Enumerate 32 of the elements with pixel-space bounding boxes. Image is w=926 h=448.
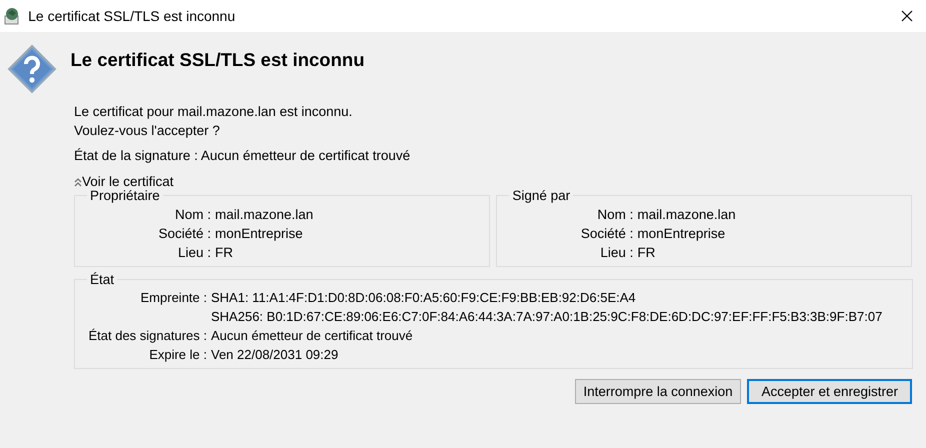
field-value: SHA1: 11:A1:4F:D1:D0:8D:06:08:F0:A5:60:F9:CE:F9:BB:EB:92:D6:5E:A4 — [211, 289, 637, 308]
field-value: SHA256: B0:1D:67:CE:89:06:E6:C7:0F:84:A6:44:3A:7A:97:A0:1B:25:9C:F8:DE:6D:DC:97:EF:FF:F5:B3:3B:9F:B7:07 — [211, 308, 884, 326]
app-icon — [3, 7, 22, 25]
field-value: mail.mazone.lan — [637, 206, 737, 224]
field-value: monEntreprise — [637, 224, 726, 243]
field-label: Empreinte : — [140, 289, 207, 308]
window-title: Le certificat SSL/TLS est inconnu — [28, 6, 236, 26]
field-value: Ven 22/08/2031 09:29 — [211, 346, 340, 364]
close-icon[interactable] — [900, 10, 912, 22]
group-title: État — [90, 272, 114, 287]
message-text: Le certificat pour mail.mazone.lan est inconnu. Voulez-vous l'accepter ? — [74, 103, 354, 140]
field-label: Lieu : — [176, 244, 211, 262]
field-value: mail.mazone.lan — [215, 206, 314, 224]
double-chevron-icon — [74, 178, 82, 187]
field-value: FR — [637, 244, 656, 262]
field-label: Lieu : — [599, 244, 634, 262]
dialog-button[interactable]: Interrompre la connexion — [575, 379, 741, 404]
field-value: Aucun émetteur de certificat trouvé — [211, 327, 414, 346]
field-label: Nom : — [174, 206, 211, 224]
group-title: Signé par — [512, 188, 570, 204]
dialog-button[interactable]: Accepter et enregistrer — [747, 379, 912, 404]
field-label: Expire le : — [148, 346, 207, 364]
field-label: Société : — [580, 224, 634, 243]
field-label: Nom : — [596, 206, 634, 224]
field-label: État des signatures : — [87, 327, 207, 346]
question-icon — [7, 44, 57, 94]
field-value: monEntreprise — [215, 224, 304, 243]
dialog-heading: Le certificat SSL/TLS est inconnu — [70, 48, 364, 72]
group-title: Propriétaire — [90, 188, 160, 204]
field-value: FR — [215, 244, 234, 262]
signature-status-text: État de la signature : Aucun émetteur de certificat trouvé — [74, 147, 412, 165]
field-label: Société : — [157, 224, 211, 243]
